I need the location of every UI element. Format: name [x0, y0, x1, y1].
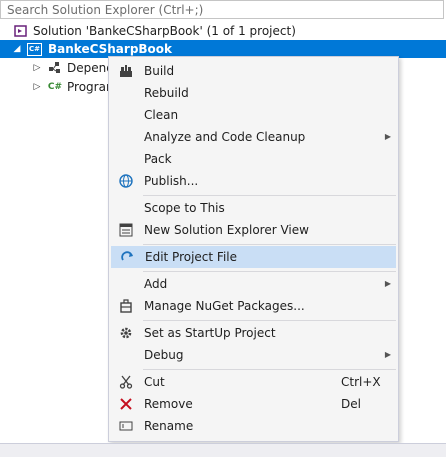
nuget-icon — [111, 299, 141, 313]
solution-icon — [14, 24, 28, 38]
tree-item-dependencies[interactable]: ▷ Depend — [30, 59, 114, 77]
collapse-icon[interactable]: ◢ — [10, 40, 24, 58]
expand-icon[interactable]: ▷ — [30, 78, 44, 96]
bottom-strip — [0, 443, 446, 457]
menu-separator — [143, 369, 396, 370]
menu-item-rename[interactable]: Rename — [111, 415, 396, 437]
csharp-project-icon: C# — [27, 42, 42, 56]
tree-item-program[interactable]: ▷ C# Program — [30, 78, 118, 96]
dependencies-icon — [48, 61, 62, 75]
shortcut-cut: Ctrl+X — [341, 375, 381, 389]
build-icon — [111, 64, 141, 78]
menu-item-scope-to-this[interactable]: Scope to This — [111, 197, 396, 219]
menu-separator — [143, 244, 396, 245]
globe-icon — [111, 174, 141, 188]
window-icon — [111, 223, 141, 237]
menu-item-build[interactable]: Build — [111, 60, 396, 82]
menu-item-remove[interactable]: Remove Del — [111, 393, 396, 415]
menu-item-rebuild[interactable]: Rebuild — [111, 82, 396, 104]
menu-item-debug[interactable]: Debug ▶ — [111, 344, 396, 366]
expand-icon[interactable]: ▷ — [30, 59, 44, 77]
menu-item-clean[interactable]: Clean — [111, 104, 396, 126]
search-box[interactable] — [0, 0, 444, 19]
undo-arrow-icon — [112, 250, 142, 264]
gear-icon — [111, 326, 141, 340]
submenu-arrow-icon: ▶ — [384, 132, 392, 141]
submenu-arrow-icon: ▶ — [384, 350, 392, 359]
csharp-file-icon: C# — [47, 82, 63, 92]
dependencies-label: Depend — [67, 61, 114, 75]
menu-item-publish[interactable]: Publish... — [111, 170, 396, 192]
menu-separator — [143, 271, 396, 272]
scissors-icon — [111, 375, 141, 389]
search-input[interactable] — [1, 1, 443, 18]
menu-item-new-view[interactable]: New Solution Explorer View — [111, 219, 396, 241]
menu-separator — [143, 195, 396, 196]
close-icon — [111, 397, 141, 411]
menu-item-add[interactable]: Add ▶ — [111, 273, 396, 295]
menu-item-edit-project-file[interactable]: Edit Project File — [111, 246, 396, 268]
menu-item-set-startup[interactable]: Set as StartUp Project — [111, 322, 396, 344]
rename-icon — [111, 419, 141, 433]
submenu-arrow-icon: ▶ — [384, 279, 392, 288]
menu-separator — [143, 320, 396, 321]
solution-label: Solution 'BankeCSharpBook' (1 of 1 proje… — [33, 24, 296, 38]
tree-item-solution[interactable]: Solution 'BankeCSharpBook' (1 of 1 proje… — [14, 22, 296, 40]
context-menu: Build Rebuild Clean Analyze and Code Cle… — [108, 56, 399, 442]
shortcut-remove: Del — [341, 397, 361, 411]
menu-item-analyze[interactable]: Analyze and Code Cleanup ▶ — [111, 126, 396, 148]
menu-item-cut[interactable]: Cut Ctrl+X — [111, 371, 396, 393]
menu-item-pack[interactable]: Pack — [111, 148, 396, 170]
menu-item-nuget[interactable]: Manage NuGet Packages... — [111, 295, 396, 317]
